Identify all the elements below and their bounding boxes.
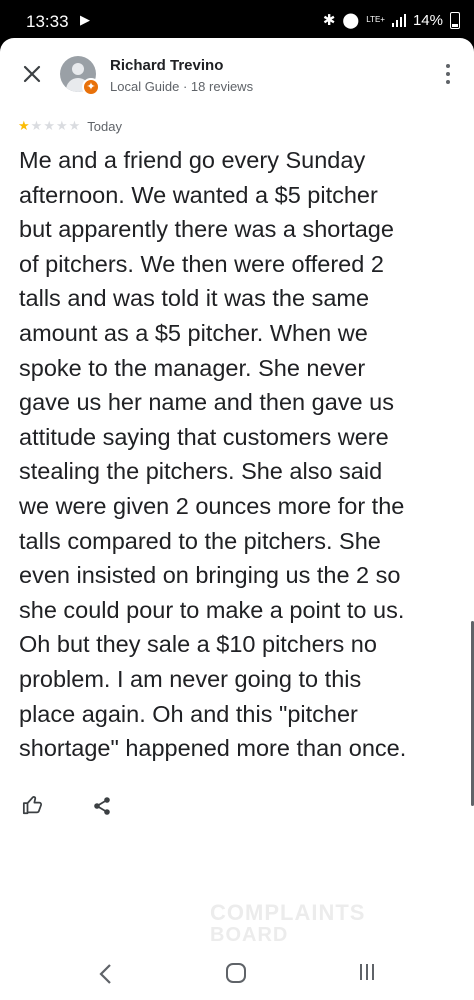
play-icon: ▶ — [80, 12, 90, 27]
star-icon: ★ — [30, 118, 43, 133]
review-line: shortage" happened more than once. — [19, 735, 407, 762]
close-icon[interactable] — [18, 60, 46, 88]
star-icon: ★ — [68, 118, 81, 133]
review-line: talls and was told it was the same — [19, 285, 370, 312]
location-icon: ⬤ — [342, 12, 360, 29]
home-icon[interactable] — [226, 963, 246, 983]
review-line: she could pour to make a point to us. — [19, 596, 405, 623]
review-sheet: ✦ Richard Trevino Local Guide · 18 revie… — [0, 38, 474, 950]
back-icon[interactable] — [96, 962, 116, 986]
review-line: talls compared to the pitchers. She — [19, 527, 381, 554]
status-icons: ✱ ⬤ LTE+ 14% — [323, 11, 460, 29]
bluetooth-icon: ✱ — [322, 12, 336, 29]
review-line: Oh but they sale a $10 pitchers no — [19, 631, 377, 658]
review-line: afternoon. We wanted a $5 pitcher — [19, 181, 378, 208]
recent-apps-icon[interactable] — [360, 964, 374, 980]
watermark: COMPLAINTS BOARD — [210, 900, 366, 946]
share-icon[interactable] — [92, 796, 112, 816]
review-line: but apparently there was a shortage — [19, 216, 394, 243]
review-line: place again. Oh and this "pitcher — [19, 700, 358, 727]
battery-percent: 14% — [412, 11, 443, 29]
status-time: 13:33 — [26, 12, 69, 31]
star-icon: ★ — [43, 118, 55, 133]
reviewer-name[interactable]: Richard Trevino — [110, 57, 223, 74]
review-date: Today — [87, 118, 122, 134]
network-label: LTE+ — [366, 15, 385, 24]
review-line: problem. I am never going to this — [19, 665, 362, 692]
reviewer-meta: Local Guide · 18 reviews — [110, 79, 254, 94]
star-rating: ★ ★ ★ ★ ★ Today — [18, 118, 122, 134]
system-nav-bar — [0, 950, 474, 1000]
star-icon: ★ — [18, 118, 30, 133]
review-line: spoke to the manager. She never — [19, 354, 366, 381]
signal-icon — [391, 13, 406, 27]
review-line: attitude saying that customers were — [19, 423, 389, 450]
thumbs-up-icon[interactable] — [22, 794, 44, 816]
review-line: amount as a $5 pitcher. When we — [19, 319, 368, 346]
more-options-icon[interactable] — [444, 64, 452, 84]
local-guide-badge-icon: ✦ — [82, 78, 100, 96]
review-line: Me and a friend go every Sunday — [19, 147, 366, 173]
review-line: we were given 2 ounces more for the — [19, 492, 405, 519]
review-line: stealing the pitchers. She also said — [19, 458, 383, 485]
review-line: of pitchers. We then were offered 2 — [19, 250, 384, 277]
battery-icon — [450, 11, 460, 29]
review-line: even insisted on bringing us the 2 so — [19, 562, 401, 589]
review-text: Me and a friend go every Sunday afternoo… — [19, 143, 459, 766]
review-line: gave us her name and then gave us — [19, 389, 394, 416]
star-icon: ★ — [55, 118, 68, 133]
